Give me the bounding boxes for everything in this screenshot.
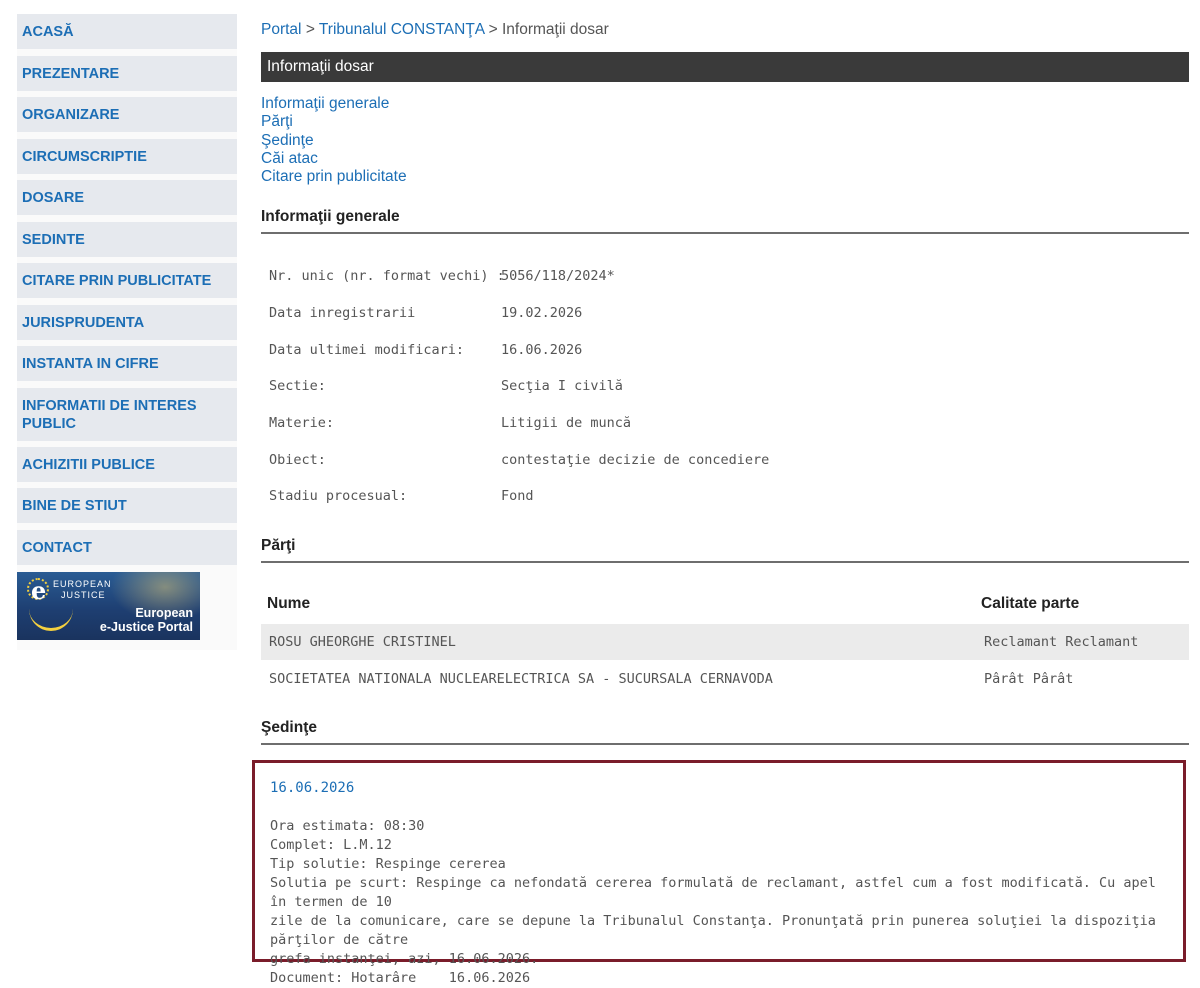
anchor-informatii-generale[interactable]: Informaţii generale	[261, 95, 407, 113]
info-label: Data inregistrarii	[269, 305, 416, 321]
info-label: Nr. unic (nr. format vechi) :	[269, 268, 505, 284]
nav-item-contact[interactable]: CONTACT	[17, 530, 237, 565]
nav-item-achizitii[interactable]: ACHIZITII PUBLICE	[17, 447, 237, 482]
banner-big-line2: e-Justice Portal	[99, 620, 193, 634]
sedinta-line: Document: Hotarâre 16.06.2026	[270, 970, 531, 986]
sedinta-line: Solutia pe scurt: Respinge ca nefondată …	[270, 875, 1156, 910]
nav-item-interes-public[interactable]: INFORMATII DE INTERES PUBLIC	[17, 388, 237, 441]
info-value: 19.02.2026	[501, 305, 583, 321]
info-value: 16.06.2026	[501, 342, 583, 358]
breadcrumb-separator: >	[488, 21, 498, 38]
sedinta-line: grefa instanţei, azi, 16.06.2026.	[270, 951, 539, 967]
banner-small-line1: EUROPEAN	[53, 579, 112, 589]
party-role: Pârât Pârât	[984, 671, 1074, 687]
anchor-cai-atac[interactable]: Căi atac	[261, 150, 407, 168]
nav-item-prezentare[interactable]: PREZENTARE	[17, 56, 237, 91]
info-value: 5056/118/2024*	[501, 268, 615, 284]
breadcrumb: Portal > Tribunalul CONSTANŢA > Informaţ…	[261, 21, 609, 39]
anchor-sedinte[interactable]: Şedinţe	[261, 132, 407, 150]
sedinta-line: Tip solutie: Respinge cererea	[270, 856, 506, 872]
breadcrumb-portal[interactable]: Portal	[261, 21, 302, 38]
sedinta-card: 16.06.2026 Ora estimata: 08:30 Complet: …	[252, 760, 1186, 986]
breadcrumb-current: Informaţii dosar	[501, 21, 609, 38]
nav-item-instanta[interactable]: INSTANTA IN CIFRE	[17, 346, 237, 381]
section-anchors: Informaţii generale Părţi Şedinţe Căi at…	[261, 95, 407, 186]
e-logo-icon: e	[31, 576, 47, 605]
sedinta-line: Ora estimata: 08:30	[270, 818, 425, 834]
table-row: SOCIETATEA NATIONALA NUCLEARELECTRICA SA…	[261, 661, 1189, 697]
header-name: Nume	[267, 595, 311, 612]
table-row: ROSU GHEORGHE CRISTINEL Reclamant Reclam…	[261, 624, 1189, 660]
section-title-sedinte: Şedinţe	[261, 719, 1189, 745]
parties-table-header: Nume Calitate parte	[261, 585, 1189, 621]
party-role: Reclamant Reclamant	[984, 634, 1139, 650]
info-value: Secţia I civilă	[501, 378, 623, 394]
header-role: Calitate parte	[981, 595, 1080, 612]
nav-item-sedinte[interactable]: SEDINTE	[17, 222, 237, 257]
sedinta-date-link[interactable]: 16.06.2026	[270, 780, 354, 796]
nav-item-dosare[interactable]: DOSARE	[17, 180, 237, 215]
nav-item-circumscriptie[interactable]: CIRCUMSCRIPTIE	[17, 139, 237, 174]
info-value: Litigii de muncă	[501, 415, 632, 431]
info-label: Data ultimei modificari:	[269, 342, 465, 358]
sedinta-details: Ora estimata: 08:30 Complet: L.M.12 Tip …	[270, 817, 1175, 988]
section-title-parti: Părţi	[261, 537, 1189, 563]
info-label: Obiect:	[269, 452, 326, 468]
info-label: Sectie:	[269, 378, 326, 394]
anchor-citare[interactable]: Citare prin publicitate	[261, 168, 407, 186]
page-title: Informaţii dosar	[261, 52, 1189, 82]
nav-item-jurisprudenta[interactable]: JURISPRUDENTA	[17, 305, 237, 340]
nav-item-citare[interactable]: CITARE PRIN PUBLICITATE	[17, 263, 237, 298]
anchor-parti[interactable]: Părţi	[261, 113, 407, 131]
nav-item-acasa[interactable]: ACASĂ	[17, 14, 237, 49]
nav-item-bine-de-stiut[interactable]: BINE DE STIUT	[17, 488, 237, 523]
party-name: ROSU GHEORGHE CRISTINEL	[269, 634, 456, 650]
sidebar: ACASĂ PREZENTARE ORGANIZARE CIRCUMSCRIPT…	[17, 14, 237, 650]
nav-item-organizare[interactable]: ORGANIZARE	[17, 97, 237, 132]
sedinta-line: Complet: L.M.12	[270, 837, 392, 853]
banner-small-line2: JUSTICE	[61, 590, 106, 600]
breadcrumb-separator: >	[305, 21, 315, 38]
banner-big-line1: European	[135, 606, 193, 620]
scale-icon	[29, 606, 73, 631]
info-label: Materie:	[269, 415, 335, 431]
sedinta-line: zile de la comunicare, care se depune la…	[270, 913, 1156, 948]
section-title-general: Informaţii generale	[261, 208, 1189, 234]
ejustice-banner[interactable]: e EUROPEAN JUSTICE European e-Justice Po…	[17, 572, 200, 640]
info-value: Fond	[501, 488, 534, 504]
party-name: SOCIETATEA NATIONALA NUCLEARELECTRICA SA…	[269, 671, 773, 687]
info-value: contestaţie decizie de concediere	[501, 452, 770, 468]
breadcrumb-tribunal[interactable]: Tribunalul CONSTANŢA	[319, 21, 484, 38]
info-label: Stadiu procesual:	[269, 488, 408, 504]
